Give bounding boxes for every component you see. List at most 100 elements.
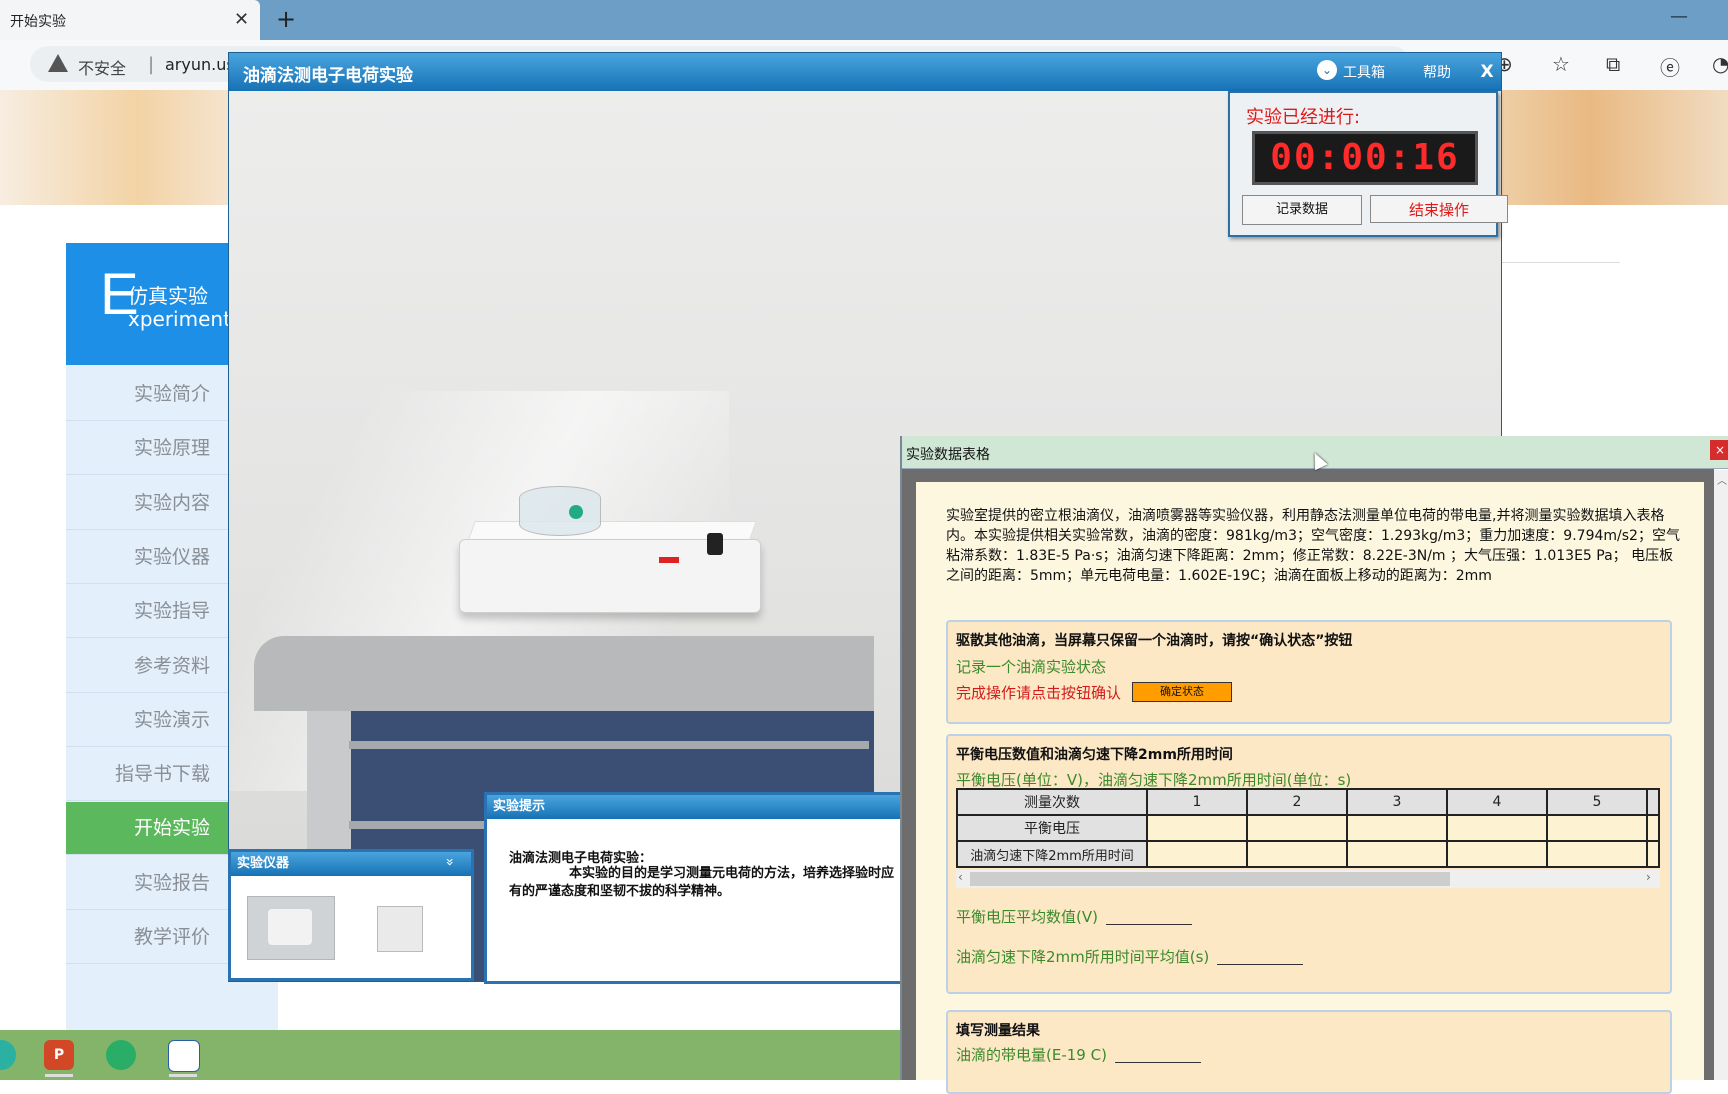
oil-drop-chamber[interactable] [519,486,601,536]
scrollbar-thumb[interactable] [970,872,1450,886]
warning-icon[interactable] [48,54,68,72]
scroll-left-icon[interactable]: ‹ [958,870,963,884]
new-tab-icon[interactable]: + [276,5,296,33]
voltage-input[interactable] [1646,814,1660,842]
experiment-titlebar[interactable]: 油滴法测电子电荷实验 ⌄ 工具箱 帮助 X [229,53,1501,91]
taskbar-indicator [45,1074,73,1077]
collections-icon[interactable]: ⧉ [1606,52,1620,76]
time-input[interactable] [1446,840,1548,868]
table-header-cell: 1 [1146,788,1248,816]
avg-voltage-row: 平衡电压平均数值(V) [956,906,1192,927]
close-icon[interactable]: × [1710,440,1728,460]
address-separator: | [148,54,155,75]
voltage-input[interactable] [1146,814,1248,842]
instruments-title[interactable]: 实验仪器 [231,852,471,876]
avg-time-row: 油滴匀速下降2mm所用时间平均值(s) [956,946,1304,967]
sidebar-title-en: xperiment [128,307,231,331]
powerpoint-icon[interactable]: P [44,1040,74,1070]
sidebar-item[interactable]: 指导书下载 [66,748,228,802]
desk-drawer-handle [349,741,869,749]
toolbox-label: 工具箱 [1343,65,1385,81]
apparatus-knob[interactable] [707,533,723,555]
taskbar-indicator [169,1074,197,1077]
tab-title: 开始实验 [10,14,66,30]
tips-body: 本实验的目的是学习测量元电荷的方法，培养选择验时应有的严谨态度和坚韧不拔的科学精… [509,866,895,899]
sidebar-item[interactable]: 实验简介 [66,368,228,421]
data-table-window: 实验数据表格 × ︿ 实验室提供的密立根油滴仪，油滴喷雾器等实验仪器，利用静态法… [900,436,1728,1094]
timer-display: 00:00:16 [1252,131,1478,185]
apparatus-switch[interactable] [659,557,679,563]
avg-voltage-input[interactable] [1105,910,1192,925]
step-measurements: 平衡电压数值和油滴匀速下降2mm所用时间 平衡电压(单位：V)，油滴匀速下降2m… [946,734,1672,994]
time-input[interactable] [1346,840,1448,868]
end-operation-button[interactable]: 结束操作 [1370,195,1508,223]
profile-icon[interactable]: ◔ [1712,52,1728,76]
sidebar-item[interactable]: 实验报告 [66,857,228,910]
time-input[interactable] [1146,840,1248,868]
measurement-table: 测量次数 1 2 3 4 5 平衡电压 油滴匀速下降2mm所用时间 [956,788,1660,868]
voltage-input[interactable] [1446,814,1548,842]
chevron-down-icon: ⌄ [1317,60,1337,80]
reader-icon[interactable] [168,1040,200,1072]
sidebar-item[interactable]: 实验演示 [66,694,228,747]
avg-time-input[interactable] [1217,950,1304,965]
timer-panel: 实验已经进行: 00:00:16 记录数据 结束操作 [1228,91,1508,237]
table-row: 平衡电压 [956,814,1660,842]
voltage-input[interactable] [1346,814,1448,842]
taskbar [0,1030,910,1080]
table-header-cell: 3 [1346,788,1448,816]
row-label: 平衡电压 [956,814,1148,842]
time-input[interactable] [1646,840,1660,868]
sidebar-item[interactable]: 教学评价 [66,911,228,964]
table-header-cell: 5 [1546,788,1648,816]
table-row: 油滴匀速下降2mm所用时间 [956,840,1660,868]
data-table-scrollbar[interactable] [1714,470,1728,1080]
record-data-button[interactable]: 记录数据 [1242,195,1362,225]
collapse-icon[interactable]: » [441,858,457,867]
step1-instruction: 记录一个油滴实验状态 [956,658,1107,676]
scroll-right-icon[interactable]: › [1646,870,1651,884]
scroll-up-icon[interactable]: ︿ [1714,472,1728,487]
security-label[interactable]: 不安全 [78,55,126,79]
sidebar-item[interactable]: 实验仪器 [66,531,228,584]
charge-label: 油滴的带电量(E-19 C) [956,1046,1107,1064]
sidebar-item[interactable]: 实验原理 [66,422,228,476]
avg-time-label: 油滴匀速下降2mm所用时间平均值(s) [956,948,1210,966]
sidebar-title-cn: 仿真实验 [128,284,208,308]
ie-mode-icon[interactable]: ⓔ [1660,52,1680,81]
data-table-title: 实验数据表格 [906,447,990,463]
experiment-title: 油滴法测电子电荷实验 [243,66,413,86]
voltage-input[interactable] [1246,814,1348,842]
table-header-cell: 4 [1446,788,1548,816]
time-input[interactable] [1546,840,1648,868]
instruments-window: 实验仪器 » [228,849,474,981]
wechat-icon[interactable] [106,1040,136,1070]
tips-title[interactable]: 实验提示 [487,795,907,819]
sidebar-item[interactable]: 开始实验 [66,802,228,856]
close-experiment-button[interactable]: X [1473,58,1501,86]
time-input[interactable] [1246,840,1348,868]
sidebar-header: E 仿真实验 xperiment [66,243,231,365]
tips-heading: 油滴法测电子电荷实验： [509,851,653,866]
table-header-label: 测量次数 [956,788,1148,816]
sidebar-item[interactable]: 实验内容 [66,477,228,530]
instrument-thumbnail-sprayer[interactable] [377,906,423,952]
instrument-thumbnail-apparatus[interactable] [247,896,335,960]
tab-close-icon[interactable]: ✕ [234,9,249,30]
step1-confirm-hint: 完成操作请点击按钮确认 [956,684,1122,702]
browser-tab[interactable]: 开始实验 ✕ [0,0,260,40]
charge-input[interactable] [1114,1048,1201,1063]
sidebar-item[interactable]: 参考资料 [66,640,228,693]
data-table-sheet: 实验室提供的密立根油滴仪，油滴喷雾器等实验仪器，利用静态法测量单位电荷的带电量,… [916,482,1704,1094]
window-minimize-icon[interactable]: — [1670,6,1688,27]
charge-row: 油滴的带电量(E-19 C) [956,1044,1201,1065]
voltage-input[interactable] [1546,814,1648,842]
sidebar-item[interactable]: 实验指导 [66,585,228,639]
help-button[interactable]: 帮助 [1423,62,1451,82]
favorites-icon[interactable]: ☆ [1552,52,1570,76]
table-header-cell [1646,788,1660,816]
confirm-state-button[interactable]: 确定状态 [1132,682,1232,702]
url-text[interactable]: aryun.us [165,55,235,74]
avg-voltage-label: 平衡电压平均数值(V) [956,908,1098,926]
table-horizontal-scrollbar[interactable]: ‹ › [956,870,1660,888]
